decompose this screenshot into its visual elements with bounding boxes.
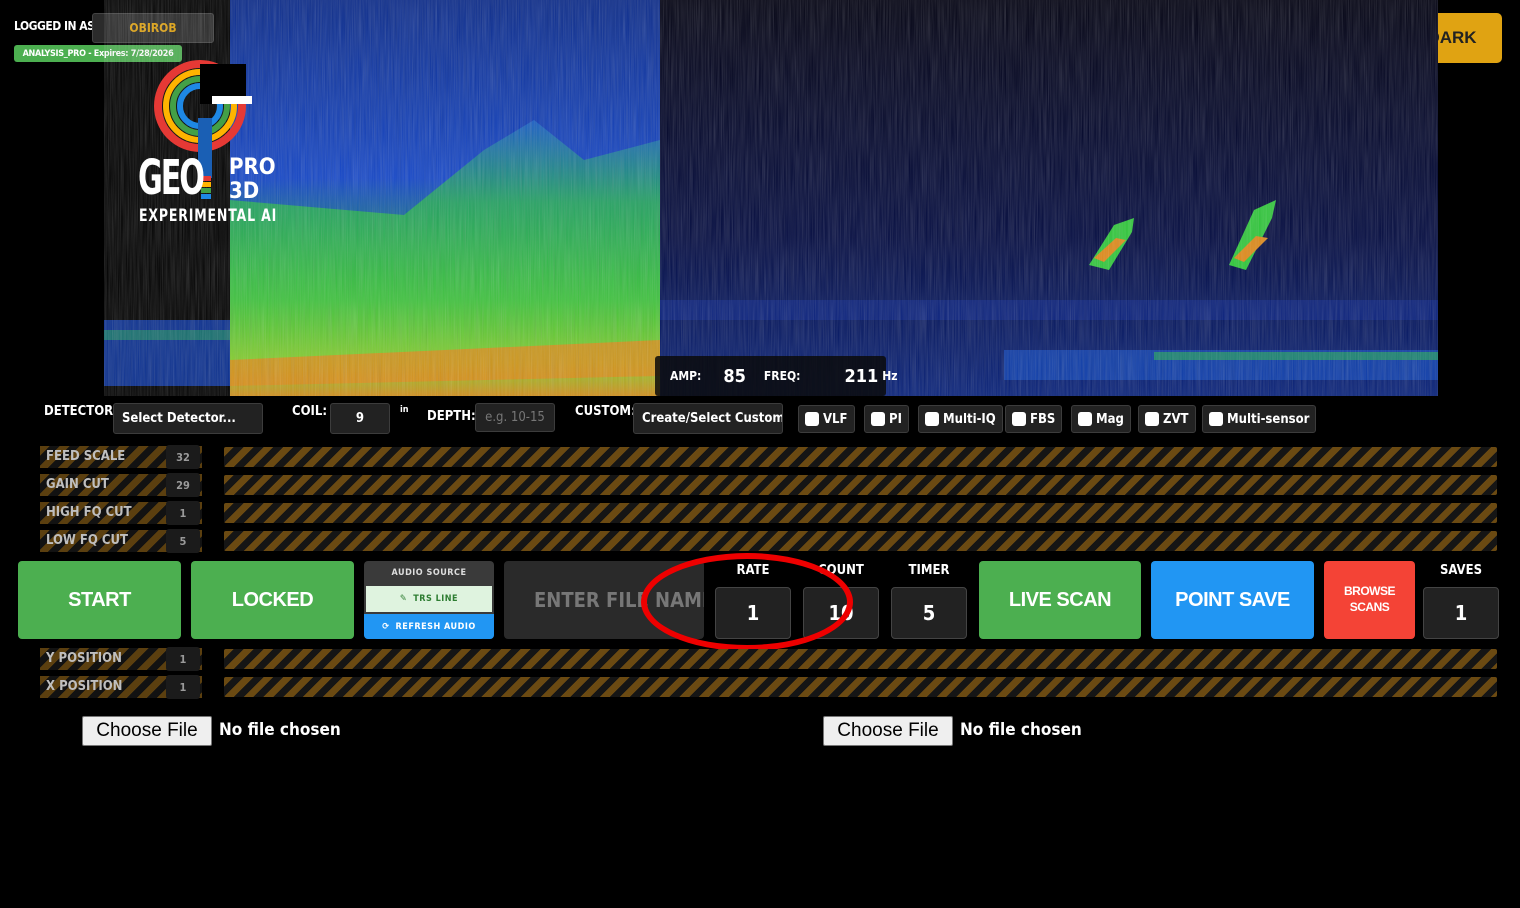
logo-word-pro: PRO: [229, 155, 276, 180]
coil-label: COIL:: [292, 404, 328, 419]
depth-label: DEPTH:: [427, 409, 476, 424]
checkbox-label: Mag: [1096, 411, 1124, 427]
checkbox-mag[interactable]: Mag: [1071, 405, 1131, 433]
slider-value-gain-cut: 29: [166, 473, 200, 497]
checkbox-label: FBS: [1030, 411, 1056, 427]
audio-source-title: AUDIO SOURCE: [391, 568, 467, 578]
custom-label: CUSTOM:: [575, 404, 636, 419]
checkbox-box[interactable]: [1078, 412, 1092, 426]
timer-input[interactable]: 5: [891, 587, 967, 639]
depth-input[interactable]: e.g. 10-15: [475, 403, 555, 432]
choose-file-button-right[interactable]: Choose File: [823, 716, 953, 746]
count-input[interactable]: 10: [803, 587, 879, 639]
slider-label-low-fq-cut: LOW FQ CUT: [46, 533, 128, 548]
logo-word-geo: GEO: [138, 150, 205, 206]
detector-label: DETECTOR:: [44, 404, 118, 419]
rate-input[interactable]: 1: [715, 587, 791, 639]
file-name-input[interactable]: ENTER FILE NAME: [504, 561, 704, 639]
checkbox-label: ZVT: [1163, 411, 1189, 427]
checkbox-box[interactable]: [805, 412, 819, 426]
checkbox-zvt[interactable]: ZVT: [1138, 405, 1196, 433]
live-scan-button[interactable]: LIVE SCAN: [979, 561, 1141, 639]
audio-line-select[interactable]: ✎ TRS LINE: [366, 586, 492, 612]
slider-value-y-position: 1: [166, 647, 200, 671]
saves-count: 1: [1423, 587, 1499, 639]
start-button[interactable]: START: [18, 561, 181, 639]
browse-scans-line2: SCANS: [1349, 600, 1390, 614]
plug-icon: ✎: [399, 594, 408, 604]
checkbox-box[interactable]: [1012, 412, 1026, 426]
checkbox-label: VLF: [823, 411, 848, 427]
checkbox-box[interactable]: [871, 412, 885, 426]
coil-size-input[interactable]: 9: [330, 403, 390, 434]
slider-label-high-fq-cut: HIGH FQ CUT: [46, 505, 132, 520]
custom-profile-select[interactable]: Create/Select Custom...: [633, 403, 783, 434]
logo-word-3d: 3D: [229, 179, 260, 204]
audio-line-label: TRS LINE: [413, 594, 459, 604]
logged-in-label: LOGGED IN AS:: [14, 19, 99, 33]
high-fq-cut-slider[interactable]: [224, 503, 1497, 523]
saves-label: SAVES: [1439, 563, 1483, 578]
rate-label: RATE: [736, 563, 770, 578]
choose-file-button-left[interactable]: Choose File: [82, 716, 212, 746]
checkbox-vlf[interactable]: VLF: [798, 405, 855, 433]
checkbox-box[interactable]: [1145, 412, 1159, 426]
browse-scans-button[interactable]: BROWSE SCANS: [1324, 561, 1415, 639]
checkbox-box[interactable]: [925, 412, 939, 426]
feed-scale-slider[interactable]: [224, 447, 1497, 467]
slider-value-x-position: 1: [166, 675, 200, 699]
checkbox-label: PI: [889, 411, 902, 427]
checkbox-multi-sensor[interactable]: Multi-sensor: [1202, 405, 1317, 433]
locked-button[interactable]: LOCKED: [191, 561, 354, 639]
checkbox-label: Multi-sensor: [1227, 411, 1310, 427]
slider-label-y-position: Y POSITION: [46, 651, 122, 666]
browse-scans-line1: BROWSE: [1344, 584, 1396, 599]
freq-unit: Hz: [882, 369, 898, 383]
low-fq-cut-slider[interactable]: [224, 531, 1497, 551]
spectrogram-display: [104, 0, 1438, 396]
y-position-slider[interactable]: [224, 649, 1497, 669]
file-status-right: No file chosen: [960, 720, 1082, 740]
file-status-left: No file chosen: [219, 720, 341, 740]
slider-label-x-position: X POSITION: [46, 679, 123, 694]
slider-label-feed-scale: FEED SCALE: [46, 449, 126, 464]
slider-value-low-fq-cut: 5: [166, 529, 200, 553]
x-position-slider[interactable]: [224, 677, 1497, 697]
checkbox-multi-iq[interactable]: Multi-IQ: [918, 405, 1003, 433]
refresh-audio-button[interactable]: ⟳ REFRESH AUDIO: [364, 614, 494, 639]
freq-label: FREQ:: [763, 369, 801, 383]
refresh-audio-label: REFRESH AUDIO: [395, 621, 476, 632]
slider-label-gain-cut: GAIN CUT: [46, 477, 109, 492]
settings-sliders: FEED SCALE 32 GAIN CUT 29 HIGH FQ CUT 1 …: [40, 445, 1500, 553]
refresh-icon: ⟳: [382, 621, 390, 632]
gain-cut-slider[interactable]: [224, 475, 1497, 495]
logo-tagline: EXPERIMENTAL AI: [139, 206, 278, 226]
slider-value-high-fq-cut: 1: [166, 501, 200, 525]
timer-label: TIMER: [908, 563, 950, 578]
coil-unit: in: [400, 405, 409, 415]
position-sliders: Y POSITION 1 X POSITION 1: [40, 647, 1500, 699]
amp-label: AMP:: [670, 369, 702, 383]
checkbox-label: Multi-IQ: [943, 411, 996, 427]
slider-value-feed-scale: 32: [166, 445, 200, 469]
amp-freq-readout: AMP: 85 FREQ: 211 Hz: [655, 356, 898, 396]
count-label: COUNT: [818, 563, 864, 578]
amp-value: 85: [723, 365, 746, 387]
point-save-button[interactable]: POINT SAVE: [1151, 561, 1314, 639]
checkbox-pi[interactable]: PI: [864, 405, 909, 433]
checkbox-box[interactable]: [1209, 412, 1223, 426]
audio-source-panel: AUDIO SOURCE ✎ TRS LINE ⟳ REFRESH AUDIO: [364, 561, 494, 639]
detector-select[interactable]: Select Detector...: [113, 403, 263, 434]
checkbox-fbs[interactable]: FBS: [1005, 405, 1063, 433]
freq-value: 211: [844, 365, 879, 387]
